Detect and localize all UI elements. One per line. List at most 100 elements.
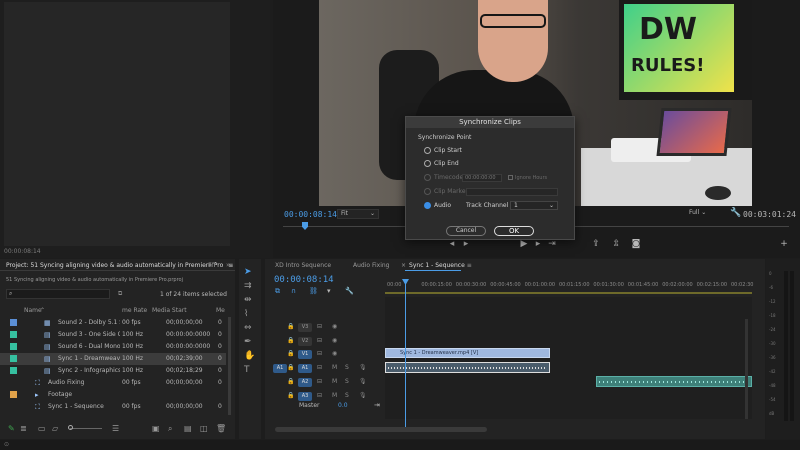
find-icon[interactable]: ⌕: [168, 424, 172, 434]
new-search-bin-icon[interactable]: ⧉: [118, 290, 122, 298]
list-item[interactable]: ▤ Sound 3 - One Side Only100 Hz 00:00:00:0…: [0, 329, 226, 341]
mark-in-icon[interactable]: ◂: [445, 239, 459, 251]
mute-icon[interactable]: M: [332, 392, 337, 399]
pen-tool-icon[interactable]: ✒: [244, 337, 252, 347]
radio-selected-icon[interactable]: [424, 202, 431, 209]
radio-icon[interactable]: [424, 160, 431, 167]
label-color-icon[interactable]: [10, 391, 17, 398]
source-patch[interactable]: A1: [273, 364, 287, 373]
label-color-icon[interactable]: [10, 367, 17, 374]
list-view-icon[interactable]: ≣: [20, 424, 27, 433]
list-item[interactable]: ▸ Footage: [0, 389, 226, 401]
list-item[interactable]: ▤ Sync 2 - Infographics Au100 Hz 00;02;18;…: [0, 365, 226, 377]
cancel-button[interactable]: Cancel: [446, 226, 486, 236]
more-tabs-icon[interactable]: »: [226, 261, 230, 269]
column-frame-rate[interactable]: me Rate: [122, 307, 147, 314]
label-color-icon[interactable]: [10, 355, 17, 362]
new-item-icon[interactable]: ◫: [200, 424, 208, 433]
track-target[interactable]: A1: [298, 364, 312, 373]
go-to-out-icon[interactable]: ⇥: [545, 239, 559, 251]
play-icon[interactable]: ▶: [517, 239, 531, 251]
label-color-icon[interactable]: [10, 319, 17, 326]
microphone-icon[interactable]: 🎙: [359, 378, 367, 385]
snap-icon[interactable]: ∩: [291, 287, 296, 295]
tab-sync-1-sequence[interactable]: × Sync 1 - Sequence ≡: [401, 262, 472, 269]
new-bin-icon[interactable]: ▣: [152, 424, 160, 433]
linked-selection-icon[interactable]: ⛓: [309, 287, 318, 295]
track-select-tool-icon[interactable]: ⇉: [244, 281, 252, 291]
wrench-icon[interactable]: 🔧: [345, 287, 354, 295]
video-clip[interactable]: Sync 1 - Dreamweaver.mp4 [V]: [385, 348, 550, 358]
sort-icon[interactable]: ☰: [112, 424, 119, 433]
microphone-icon[interactable]: 🎙: [359, 392, 367, 399]
source-timecode[interactable]: 00:00:08:14: [4, 248, 41, 255]
timeline-horizontal-scrollbar[interactable]: [275, 427, 487, 432]
track-channel-select[interactable]: 1 ⌄: [510, 201, 558, 210]
mute-icon[interactable]: M: [332, 364, 337, 371]
mute-icon[interactable]: M: [332, 378, 337, 385]
add-button-icon[interactable]: +: [777, 239, 791, 251]
mark-out-icon[interactable]: ▸: [459, 239, 473, 251]
ok-button[interactable]: OK: [494, 226, 534, 236]
effects-tab[interactable]: Eff: [208, 262, 216, 269]
audio-clip-a1[interactable]: [385, 362, 550, 373]
new-bin-folder-icon[interactable]: ▤: [184, 424, 192, 433]
option-clip-start[interactable]: Clip Start: [424, 147, 462, 156]
master-volume[interactable]: 0.0: [338, 402, 348, 409]
close-icon[interactable]: ×: [401, 262, 406, 269]
icon-view-icon[interactable]: ▭: [38, 424, 46, 433]
extract-icon[interactable]: ⇫: [609, 239, 623, 251]
list-item[interactable]: ⛶ Sync 1 - Sequence 00 fps 00;00;00;00 0: [0, 401, 226, 413]
step-forward-icon[interactable]: ▸: [531, 239, 545, 251]
track-target[interactable]: A2: [298, 378, 312, 387]
camera-icon[interactable]: ◙: [629, 239, 643, 251]
track-target[interactable]: V2: [298, 337, 312, 346]
timeline-playhead[interactable]: [405, 281, 406, 429]
column-media-end[interactable]: Me: [216, 307, 225, 314]
ripple-edit-tool-icon[interactable]: ⇹: [244, 295, 252, 305]
quality-select[interactable]: Full ⌄: [689, 209, 725, 219]
eye-icon[interactable]: ◉: [332, 337, 337, 344]
lift-icon[interactable]: ⇪: [589, 239, 603, 251]
track-target[interactable]: A3: [298, 392, 312, 401]
track-target[interactable]: V1: [298, 350, 312, 359]
film-icon[interactable]: ⊟: [317, 337, 322, 344]
option-audio[interactable]: Audio: [424, 202, 451, 211]
zoom-slider-handle[interactable]: [68, 425, 73, 430]
sync-lock-icon[interactable]: ⊟: [317, 392, 322, 399]
sync-lock-icon[interactable]: ⊟: [317, 364, 322, 371]
nest-icon[interactable]: ⧉: [275, 287, 280, 296]
microphone-icon[interactable]: 🎙: [359, 364, 367, 371]
pencil-icon[interactable]: ✎: [8, 424, 15, 433]
audio-clip-a2[interactable]: [596, 376, 752, 387]
work-area-bar[interactable]: [385, 292, 752, 294]
list-item[interactable]: ▦ Sound 2 - Dolby 5.1 Surr00 fps 00;00;00;…: [0, 317, 226, 329]
film-icon[interactable]: ⊟: [317, 350, 322, 357]
lock-icon[interactable]: 🔒: [287, 378, 294, 385]
timeline-timecode[interactable]: 00:00:08:14: [274, 275, 334, 285]
eye-icon[interactable]: ◉: [332, 350, 337, 357]
hand-tool-icon[interactable]: ✋: [244, 351, 255, 361]
lock-icon[interactable]: 🔒: [287, 350, 294, 357]
lock-icon[interactable]: 🔒: [287, 337, 294, 344]
razor-tool-icon[interactable]: ⌇: [244, 309, 248, 319]
solo-icon[interactable]: S: [345, 392, 349, 399]
label-color-icon[interactable]: [10, 331, 17, 338]
list-item[interactable]: ⛶ Audio Fixing 00 fps 00;00;00;00 0: [0, 377, 226, 389]
lock-icon[interactable]: 🔒: [287, 364, 294, 371]
program-timecode[interactable]: 00:00:08:14: [284, 210, 337, 219]
label-color-icon[interactable]: [10, 343, 17, 350]
project-search-input[interactable]: ⌕: [6, 289, 110, 299]
tab-xd-intro-sequence[interactable]: XD Intro Sequence: [275, 262, 331, 269]
tab-menu-icon[interactable]: ≡: [467, 262, 472, 269]
radio-icon[interactable]: [424, 147, 431, 154]
add-marker-icon[interactable]: ▾: [327, 287, 331, 295]
zoom-select[interactable]: Fit ⌄: [337, 209, 379, 219]
option-clip-end[interactable]: Clip End: [424, 160, 459, 169]
film-icon[interactable]: ⊟: [317, 323, 322, 330]
project-scrollbar[interactable]: [228, 317, 231, 415]
solo-icon[interactable]: S: [345, 378, 349, 385]
solo-icon[interactable]: S: [345, 364, 349, 371]
wrench-icon[interactable]: 🔧: [730, 208, 741, 218]
column-media-start[interactable]: Media Start: [152, 307, 187, 314]
